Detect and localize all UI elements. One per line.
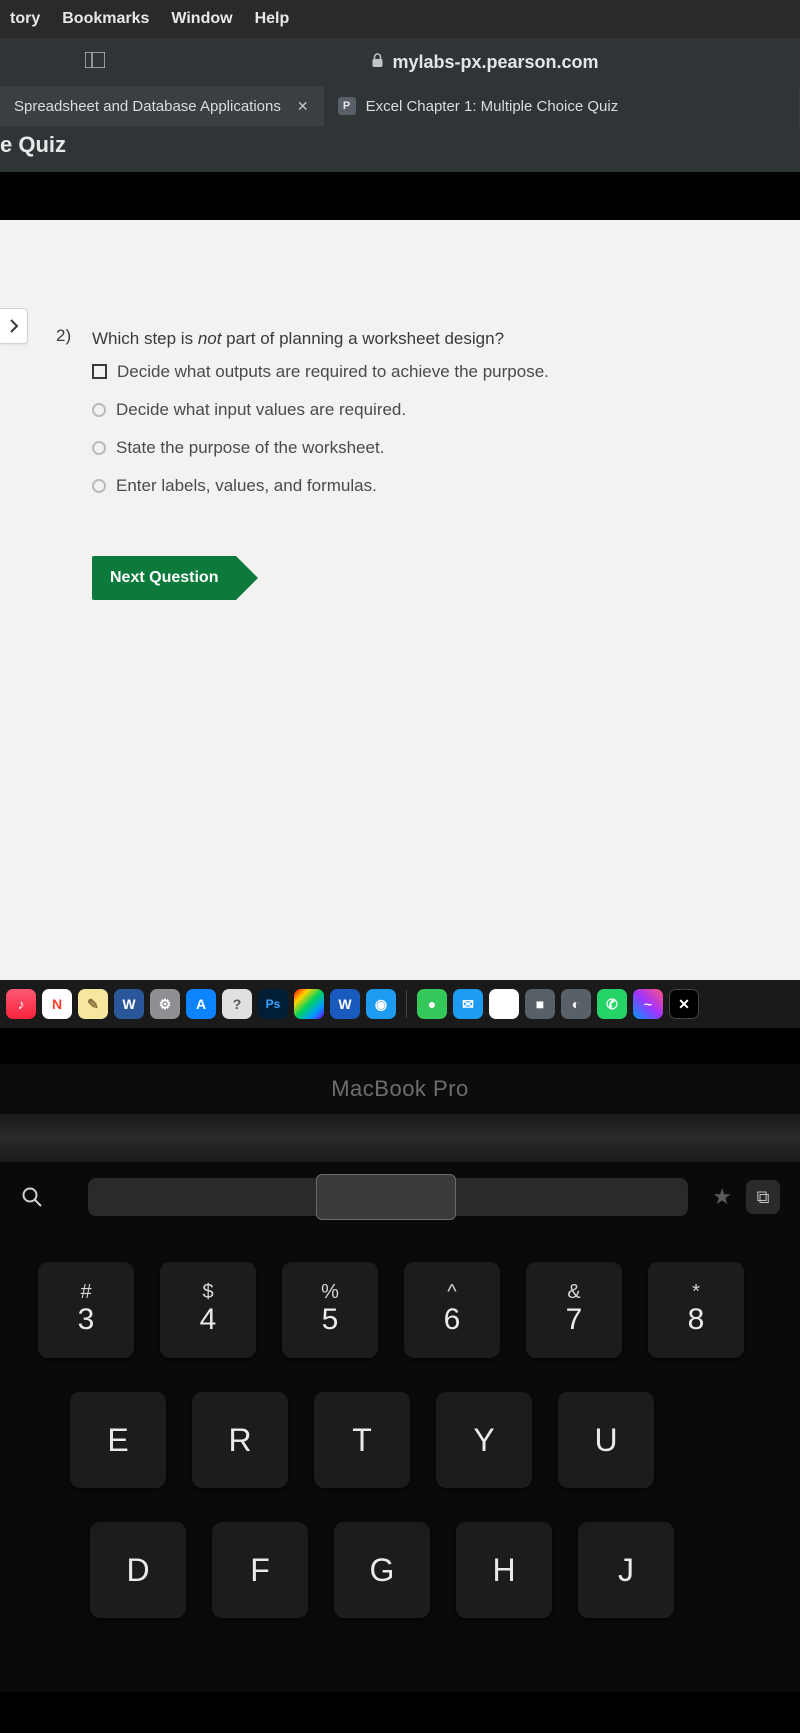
tab-label: Excel Chapter 1: Multiple Choice Quiz [366,98,619,115]
sidebar-toggle-icon[interactable] [85,52,105,73]
safari-app-icon[interactable]: ◉ [366,989,396,1019]
menu-item[interactable]: Bookmarks [62,10,149,28]
option-text: State the purpose of the worksheet. [116,438,384,458]
mail-app-icon[interactable]: ✉ [453,989,483,1019]
option-text: Decide what outputs are required to achi… [117,362,549,382]
key[interactable]: G [334,1522,430,1618]
slider-thumb[interactable] [316,1174,456,1220]
messenger-app-icon[interactable]: ~ [633,989,663,1019]
next-question-button[interactable]: Next Question [92,556,236,600]
word-app-icon[interactable]: W [114,989,144,1019]
key[interactable]: T [314,1392,410,1488]
key[interactable]: Y [436,1392,532,1488]
option-text: Enter labels, values, and formulas. [116,476,377,496]
browser-chrome: mylabs-px.pearson.com Spreadsheet and Da… [0,38,800,172]
key[interactable]: F [212,1522,308,1618]
page-header-bar: e Quiz [0,126,800,172]
key[interactable]: U [558,1392,654,1488]
tab-excel-quiz[interactable]: P Excel Chapter 1: Multiple Choice Quiz [324,86,800,126]
settings-app-icon[interactable]: ⚙ [150,989,180,1019]
menu-item[interactable]: Window [171,10,232,28]
tab-spreadsheet-db-apps[interactable]: Spreadsheet and Database Applications ✕ [0,86,324,126]
news-app-icon[interactable]: N [42,989,72,1019]
close-icon[interactable]: ✕ [297,98,309,115]
browser-toolbar: mylabs-px.pearson.com [0,38,800,86]
question-block: 2) Which step is not part of planning a … [0,246,800,640]
answer-options: Decide what outputs are required to achi… [92,362,760,496]
answer-option[interactable]: Enter labels, values, and formulas. [92,476,760,496]
dock-separator [406,990,407,1018]
key[interactable]: ^6 [404,1262,500,1358]
tab-label: Spreadsheet and Database Applications [14,98,281,115]
creative-cloud-icon[interactable] [294,989,324,1019]
touchbar-slider[interactable] [88,1178,688,1216]
option-text: Decide what input values are required. [116,400,406,420]
quiz-page: 2) Which step is not part of planning a … [0,220,800,980]
messages-app-icon[interactable]: ● [417,989,447,1019]
answer-option[interactable]: State the purpose of the worksheet. [92,438,760,458]
keyboard-row: #3 $4 %5 ^6&7 *8 [10,1262,790,1358]
macos-menubar: tory Bookmarks Window Help [0,0,800,38]
menu-item[interactable]: Help [255,10,290,28]
macbook-label: MacBook Pro [0,1064,800,1114]
dock: ♪ N ✎ W ⚙ A ? Ps W ◉ ● ✉ ◯ ■ ◐ ✆ ~ ✕ [0,980,800,1028]
radio-icon[interactable] [92,441,106,455]
capcut-app-icon[interactable]: ✕ [669,989,699,1019]
checkbox-icon[interactable] [92,364,107,379]
radio-icon[interactable] [92,479,106,493]
word-app-icon[interactable]: W [330,989,360,1019]
key[interactable]: %5 [282,1262,378,1358]
keyboard-row: DFGHJ [10,1522,790,1618]
tab-strip: Spreadsheet and Database Applications ✕ … [0,86,800,126]
question-stem: Which step is not part of planning a wor… [92,326,760,352]
question-number: 2) [56,326,78,600]
expand-panel-button[interactable] [0,308,28,344]
star-icon[interactable]: ★ [712,1184,732,1210]
menu-item[interactable]: tory [10,10,40,28]
key[interactable]: E [70,1392,166,1488]
help-app-icon[interactable]: ? [222,989,252,1019]
address-bar[interactable]: mylabs-px.pearson.com [180,52,790,73]
key[interactable]: R [192,1392,288,1488]
search-icon[interactable] [20,1185,44,1209]
touch-bar: ★ ⧉ [0,1162,800,1232]
key[interactable]: *8 [648,1262,744,1358]
whatsapp-app-icon[interactable]: ✆ [597,989,627,1019]
music-app-icon[interactable]: ♪ [6,989,36,1019]
chrome-app-icon[interactable]: ◯ [489,989,519,1019]
answer-option[interactable]: Decide what input values are required. [92,400,760,420]
key[interactable]: $4 [160,1262,256,1358]
appstore-app-icon[interactable]: A [186,989,216,1019]
radio-icon[interactable] [92,403,106,417]
key[interactable]: #3 [38,1262,134,1358]
key[interactable]: D [90,1522,186,1618]
url-text: mylabs-px.pearson.com [392,52,598,73]
app-icon[interactable]: ◐ [561,989,591,1019]
touchbar-button[interactable]: ⧉ [746,1180,780,1214]
keyboard-row: ERTYU [10,1392,790,1488]
key[interactable]: &7 [526,1262,622,1358]
key[interactable]: H [456,1522,552,1618]
lock-icon [371,53,384,71]
notes-app-icon[interactable]: ✎ [78,989,108,1019]
photoshop-app-icon[interactable]: Ps [258,989,288,1019]
key[interactable]: J [578,1522,674,1618]
answer-option[interactable]: Decide what outputs are required to achi… [92,362,760,382]
pearson-favicon: P [338,97,356,115]
keyboard: #3 $4 %5 ^6&7 *8 ERTYU DFGHJ [0,1232,800,1692]
app-icon[interactable]: ■ [525,989,555,1019]
